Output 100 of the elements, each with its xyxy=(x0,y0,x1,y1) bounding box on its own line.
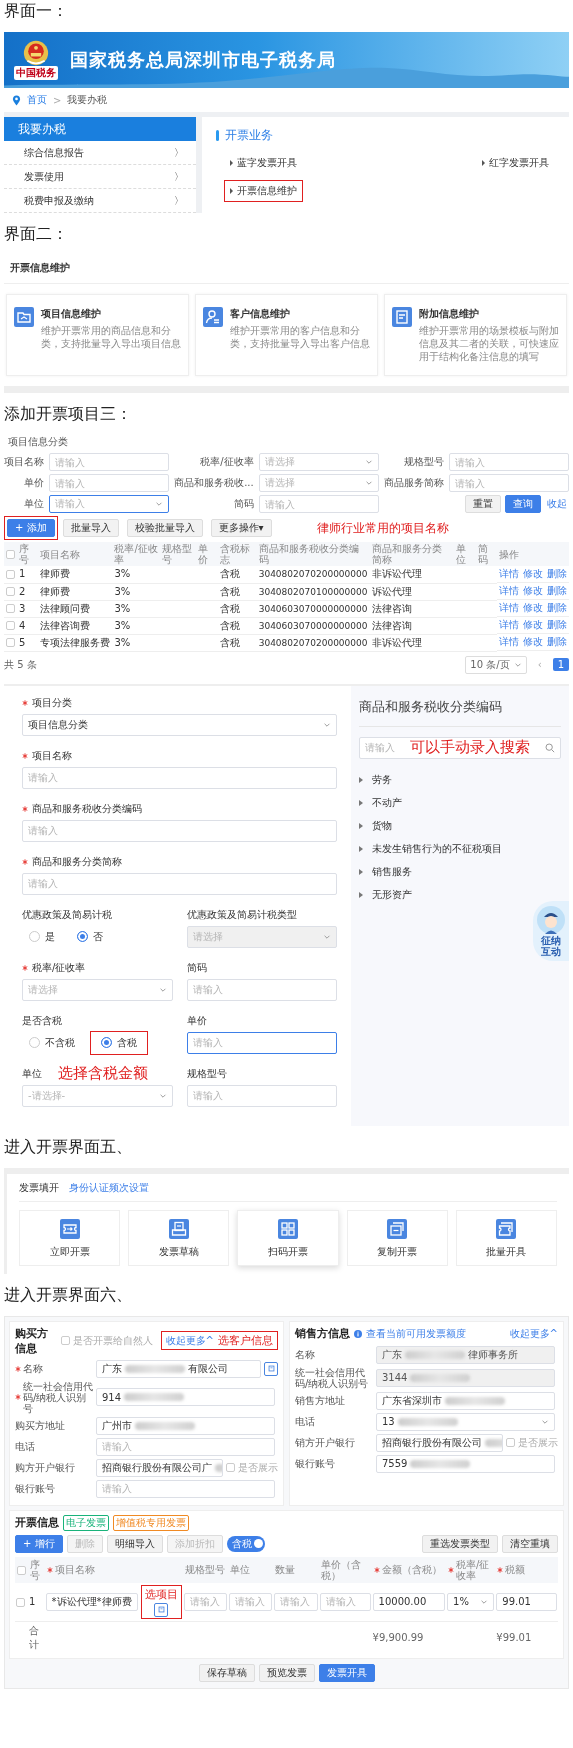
checkbox[interactable] xyxy=(6,569,15,579)
input-field[interactable]: 招商银行股份有限公司 xyxy=(376,1433,503,1452)
tree-item[interactable]: 未发生销售行为的不征税项目 xyxy=(359,837,561,861)
button[interactable]: 明细导入 xyxy=(106,1534,163,1553)
page-size-select[interactable]: 10 条/页 xyxy=(465,655,527,674)
table-cell: 非诉讼代理 xyxy=(370,566,455,583)
checkbox[interactable] xyxy=(6,604,15,613)
task-link[interactable]: 开票信息维护 xyxy=(224,180,303,202)
nav-item[interactable]: 发票使用 〉 xyxy=(4,165,196,189)
picker-button[interactable] xyxy=(154,1602,168,1617)
row-action-link[interactable]: 删除 xyxy=(546,584,567,598)
action-tile[interactable]: 复制开票 xyxy=(346,1209,448,1266)
row-action-link[interactable]: 修改 xyxy=(522,601,543,615)
input-field[interactable]: 99.01 xyxy=(496,1592,557,1611)
field-label: 电话 xyxy=(295,1416,315,1427)
quota-link[interactable]: 查看当前可用发票额度 xyxy=(366,1326,466,1341)
row-action-link[interactable]: 详情 xyxy=(498,618,519,632)
checkbox[interactable] xyxy=(6,587,15,596)
select-field[interactable]: 项目信息分类 xyxy=(22,713,337,736)
row-action-link[interactable]: 删除 xyxy=(546,567,567,581)
search-field[interactable]: 请输入 可以手动录入搜索 xyxy=(359,736,561,759)
button[interactable]: 更多操作▾ xyxy=(210,519,272,537)
row-action-link[interactable]: 详情 xyxy=(498,635,519,649)
row-action-link[interactable]: 修改 xyxy=(522,584,543,598)
input-field[interactable]: 914 xyxy=(96,1388,275,1406)
page-button[interactable]: 1 xyxy=(552,658,569,671)
row-action-link[interactable]: 删除 xyxy=(546,618,567,632)
checkbox[interactable] xyxy=(6,621,15,630)
row-action-link[interactable]: 修改 xyxy=(522,567,543,581)
action-tile[interactable]: 扫码开票 xyxy=(237,1209,339,1266)
button[interactable]: 校验批量导入 xyxy=(126,519,203,537)
row-action-link[interactable]: 详情 xyxy=(498,567,519,581)
table-cell: 含税 xyxy=(217,583,257,600)
tree-item[interactable]: 货物 xyxy=(359,814,561,838)
row-action-link[interactable]: 删除 xyxy=(546,635,567,649)
checkbox[interactable] xyxy=(506,1438,515,1447)
feature-card[interactable]: 项目信息维护 维护开票常用的商品信息和分类，支持批量导入导出项目信息 xyxy=(6,294,189,376)
radio-option[interactable]: 含税 xyxy=(90,1030,148,1055)
button[interactable]: + 添加 xyxy=(7,519,55,537)
row-action-link[interactable]: 删除 xyxy=(546,601,567,615)
tree-item[interactable]: 劳务 xyxy=(359,768,561,792)
nav-item[interactable]: 综合信息报告 〉 xyxy=(4,141,196,165)
checkbox[interactable] xyxy=(226,1463,235,1472)
collapse-link[interactable]: 收起更多^ xyxy=(165,1333,214,1348)
select-field[interactable]: 1% xyxy=(447,1592,495,1611)
input-field[interactable]: 10000.00 xyxy=(372,1592,446,1611)
field-label: 销方开户银行 xyxy=(295,1437,355,1448)
radio-button[interactable] xyxy=(29,931,40,942)
card-description: 维护开票常用的客户信息和分类，支持批量导入导出客户信息 xyxy=(230,324,370,350)
collapse-link[interactable]: 收起 xyxy=(545,495,569,513)
button[interactable]: 清空重填 xyxy=(502,1534,558,1553)
checkbox[interactable] xyxy=(6,550,15,559)
collapse-link[interactable]: 收起更多^ xyxy=(509,1326,558,1341)
button[interactable]: 查询 xyxy=(505,495,541,513)
checkbox[interactable] xyxy=(16,1597,25,1607)
row-action-link[interactable]: 修改 xyxy=(522,635,543,649)
action-tile[interactable]: 立即开票 xyxy=(19,1209,121,1266)
input-field[interactable]: *诉讼代理*律师费 xyxy=(45,1592,138,1611)
button[interactable]: 重置 xyxy=(465,495,501,513)
tree-item[interactable]: 销售服务 xyxy=(359,860,561,884)
radio-option[interactable]: 是 xyxy=(22,924,62,949)
radio-button[interactable] xyxy=(29,1037,40,1048)
toggle-switch[interactable]: 含税 xyxy=(226,1535,265,1552)
picker-button[interactable] xyxy=(264,1361,278,1376)
task-link[interactable]: 红字发票开具 xyxy=(476,152,555,174)
button[interactable]: 发票开具 xyxy=(318,1663,375,1682)
checkbox[interactable] xyxy=(6,638,15,647)
checkbox[interactable] xyxy=(60,1336,70,1345)
button[interactable]: 批量导入 xyxy=(62,519,119,537)
checkbox[interactable] xyxy=(17,1565,26,1575)
radio-button[interactable] xyxy=(77,931,88,942)
input-field[interactable]: 7559 xyxy=(376,1454,555,1473)
input-field[interactable]: 广东 有限公司 xyxy=(96,1359,261,1378)
action-tile[interactable]: 批量开具 xyxy=(455,1209,557,1266)
row-action-link[interactable]: 详情 xyxy=(498,584,519,598)
select-field[interactable]: 13 xyxy=(376,1412,555,1431)
row-action-link[interactable]: 详情 xyxy=(498,601,519,615)
mascot-badge[interactable]: 征纳互动 xyxy=(533,900,569,961)
action-tile[interactable]: 发票草稿 xyxy=(128,1209,230,1266)
row-action-link[interactable]: 修改 xyxy=(522,618,543,632)
settings-link[interactable]: 身份认证频次设置 xyxy=(69,1180,149,1195)
button[interactable]: + 增行 xyxy=(15,1534,63,1553)
title-marker xyxy=(216,130,219,141)
radio-button[interactable] xyxy=(101,1037,112,1048)
button[interactable]: 预览发票 xyxy=(258,1663,315,1682)
redacted-block xyxy=(125,1364,185,1373)
input-field[interactable]: 请输入 xyxy=(186,1031,337,1054)
task-link[interactable]: 蓝字发票开具 xyxy=(224,152,303,174)
button[interactable]: 保存草稿 xyxy=(198,1663,255,1682)
tree-item[interactable]: 不动产 xyxy=(359,791,561,815)
input-field[interactable]: 广州市 xyxy=(96,1416,275,1435)
breadcrumb-link[interactable]: 首页 xyxy=(27,93,47,107)
radio-option[interactable]: 否 xyxy=(70,924,110,949)
input-field[interactable]: 广东省深圳市 xyxy=(376,1391,555,1410)
nav-item[interactable]: 税费申报及缴纳 〉 xyxy=(4,189,196,213)
radio-option[interactable]: 不含税 xyxy=(22,1030,82,1055)
input-field[interactable]: 招商银行股份有限公司广 xyxy=(96,1458,223,1477)
feature-card[interactable]: 客户信息维护 维护开票常用的客户信息和分类，支持批量导入导出客户信息 xyxy=(195,294,378,376)
button[interactable]: 重选发票类型 xyxy=(422,1534,498,1553)
feature-card[interactable]: 附加信息维护 维护开票常用的场景模板与附加信息及其二者的关联，可快速应用于结构化备注信息的填写 xyxy=(384,294,567,376)
